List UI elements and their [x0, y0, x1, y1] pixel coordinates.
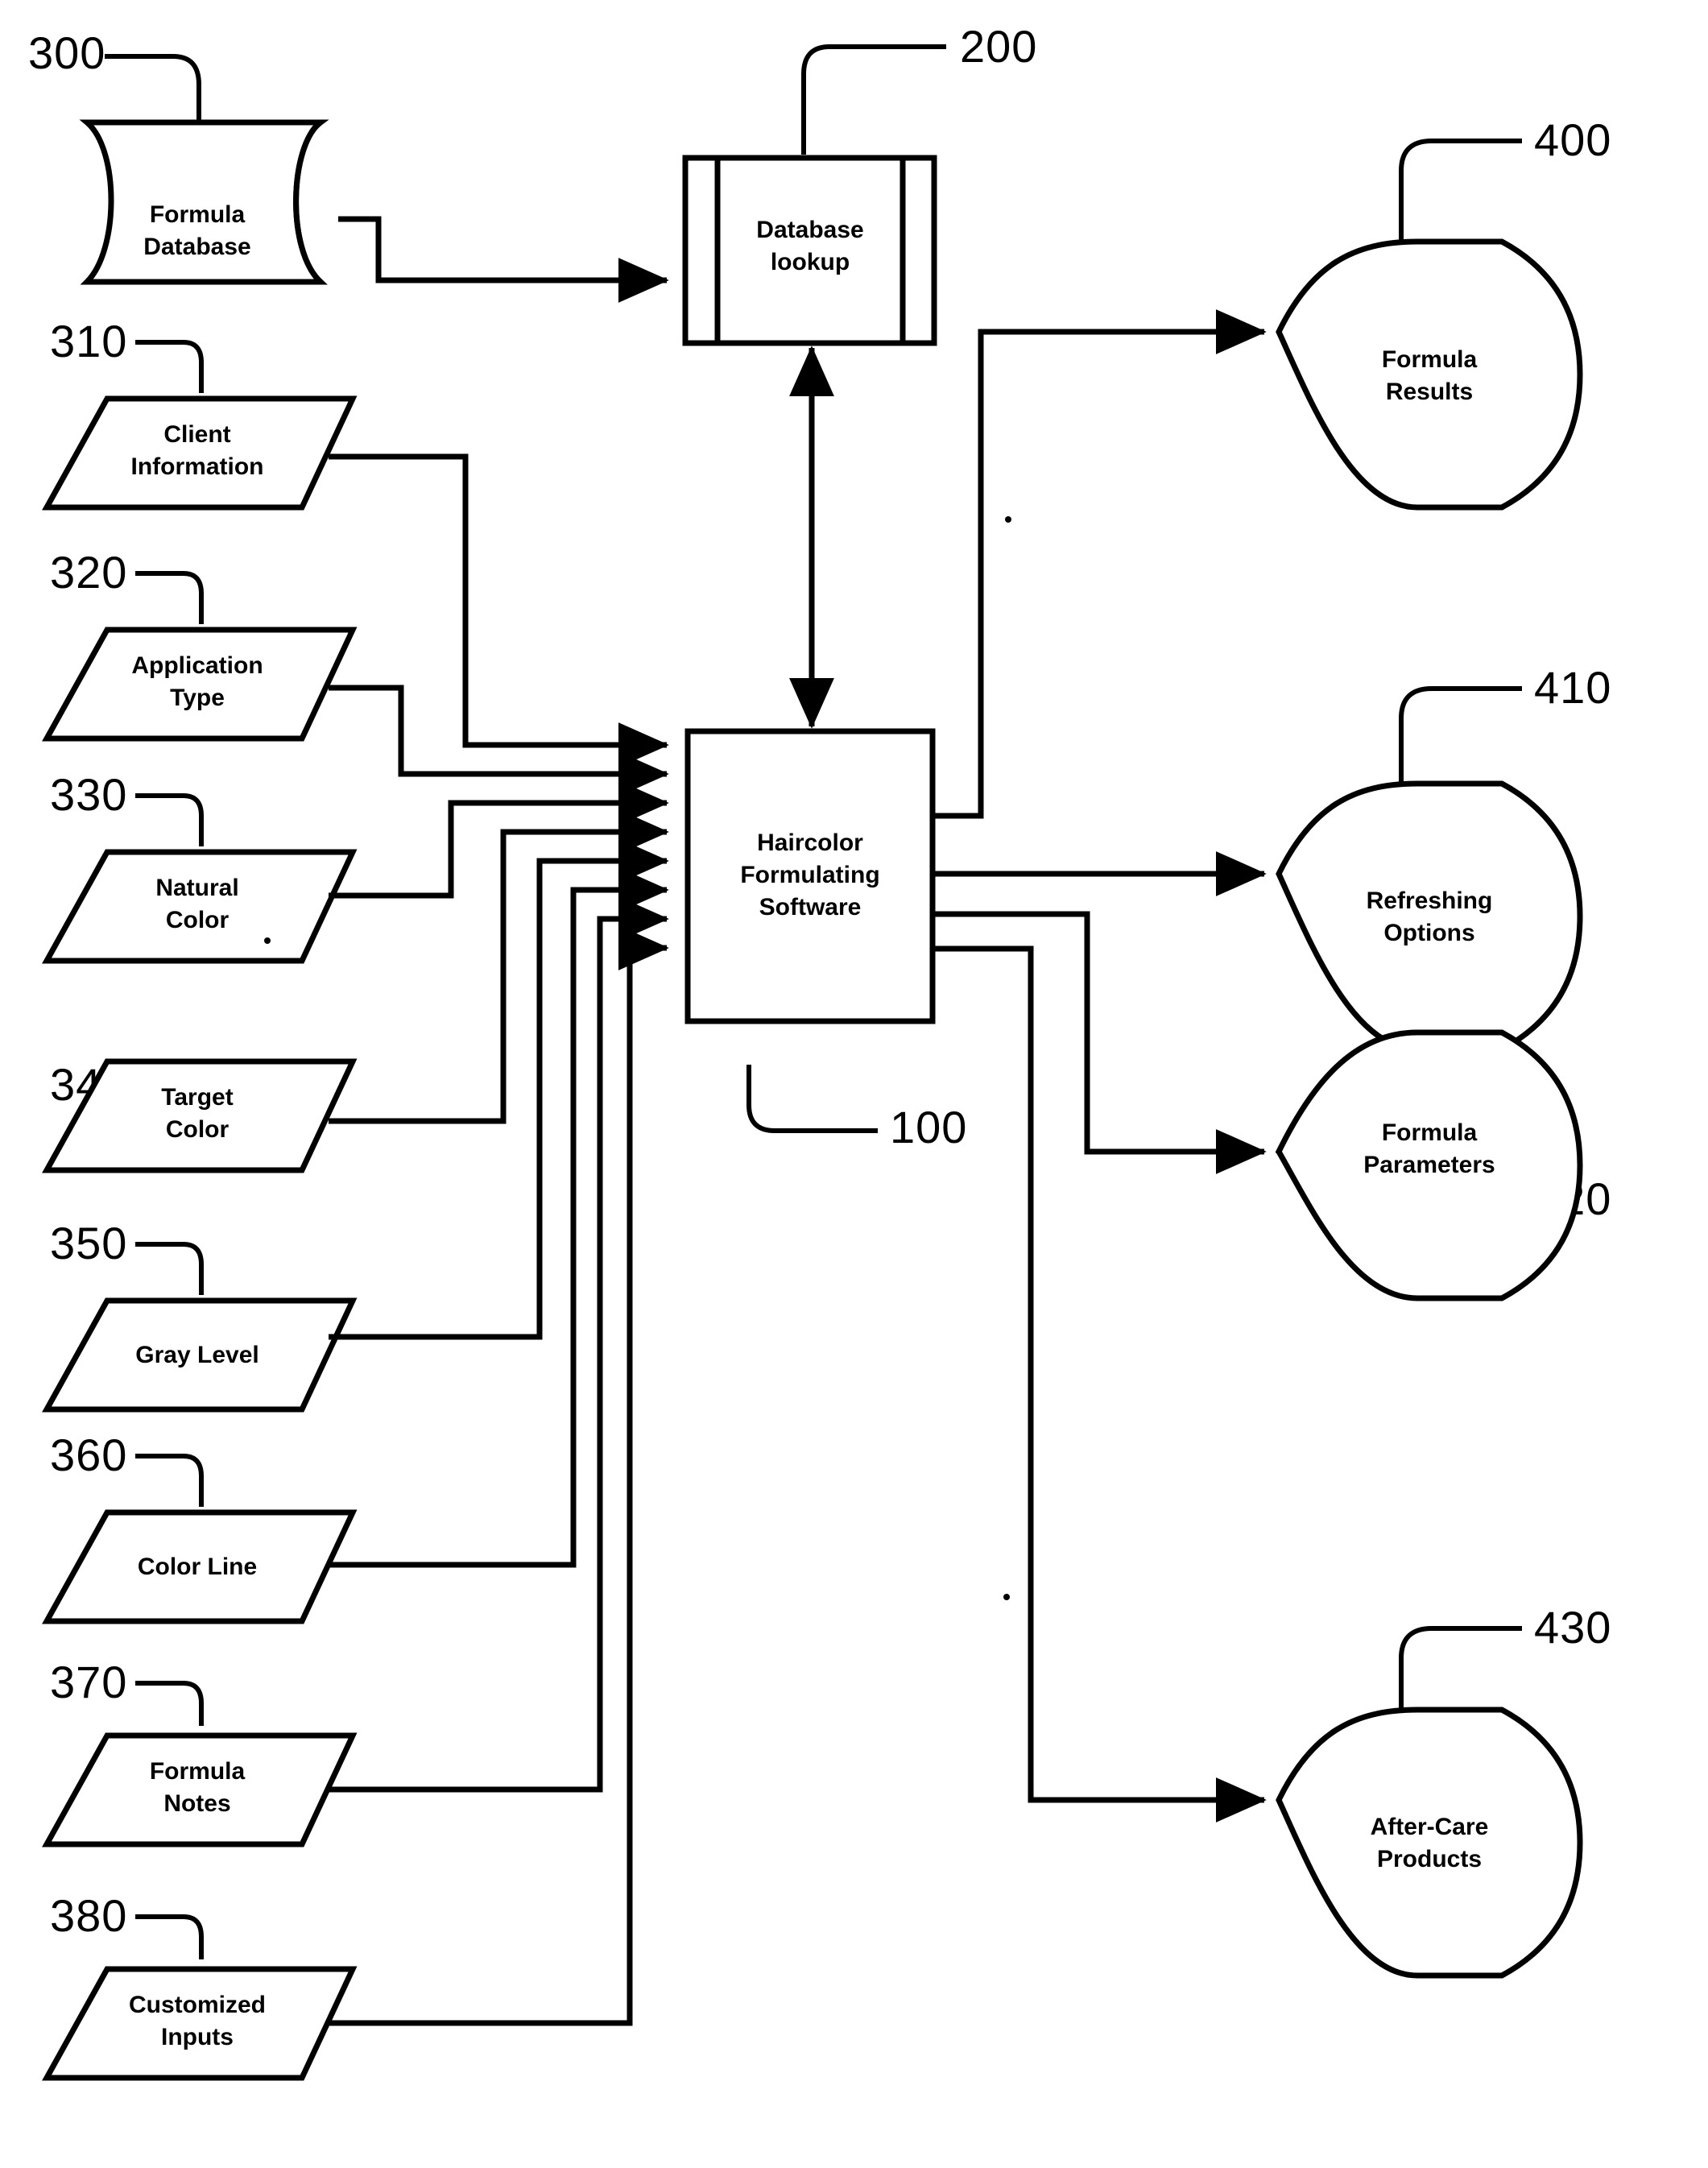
ref-number-310: 310: [50, 316, 127, 366]
leader-line-200: [801, 44, 946, 155]
refreshing-options-label-line1: Refreshing: [1367, 887, 1493, 914]
formula-parameters-label-line1: Formula: [1382, 1119, 1478, 1146]
connector-370-to-software: [329, 896, 669, 1793]
input-node-client-information[interactable]: 310 Client Information: [42, 316, 358, 511]
leader-line-100: [746, 1065, 878, 1133]
ref-number-100: 100: [890, 1102, 967, 1152]
input-node-formula-notes[interactable]: 370 Formula Notes: [42, 1657, 358, 1847]
output-node-refreshing-options[interactable]: 410 Refreshing Options: [1276, 662, 1611, 1053]
ref-number-320: 320: [50, 547, 127, 598]
ref-number-350: 350: [50, 1218, 127, 1268]
formula-results-label-line2: Results: [1386, 379, 1473, 405]
after-care-products-label-line1: After-Care: [1371, 1814, 1489, 1840]
ref-number-360: 360: [50, 1429, 127, 1480]
haircolor-software-label-line1: Haircolor: [757, 830, 863, 856]
after-care-products-label-line2: Products: [1377, 1846, 1482, 1872]
input-node-customized-inputs[interactable]: 380 Customized Inputs: [42, 1890, 358, 2081]
output-node-formula-results[interactable]: 400 Formula Results: [1276, 114, 1611, 511]
connector-software-to-400: [933, 309, 1267, 819]
formula-database-label-line1: Formula: [150, 201, 246, 228]
after-care-products-display-shape[interactable]: [1276, 1707, 1583, 1979]
ref-number-330: 330: [50, 769, 127, 820]
patent-figure-canvas: 300 Formula Database 200 Database lookup…: [0, 0, 1708, 2168]
connector-380-to-software: [329, 925, 669, 2026]
formula-results-label-line1: Formula: [1382, 346, 1478, 373]
target-color-label-line2: Color: [166, 1116, 230, 1143]
natural-color-label-line1: Natural: [155, 875, 238, 901]
connector-350-to-software: [329, 838, 669, 1340]
target-color-label-line1: Target: [161, 1084, 233, 1111]
database-lookup-label-line1: Database: [756, 217, 863, 243]
leader-line-330: [135, 793, 204, 846]
connector-310-to-software: [329, 453, 669, 767]
ref-number-380: 380: [50, 1890, 127, 1941]
scan-speck-upper: [1005, 516, 1011, 523]
node-formula-database[interactable]: 300 Formula Database: [28, 27, 329, 285]
leader-line-400: [1399, 139, 1522, 250]
formula-database-label-line2: Database: [143, 234, 250, 260]
leader-line-410: [1399, 686, 1522, 793]
scan-speck-lower-left: [264, 937, 271, 944]
input-node-natural-color[interactable]: 330 Natural Color: [42, 769, 358, 964]
connector-340-to-software: [329, 809, 669, 1124]
refreshing-options-label-line2: Options: [1383, 920, 1474, 946]
node-haircolor-formulating-software[interactable]: Haircolor Formulating Software 100: [684, 728, 967, 1152]
connector-database-to-lookup: [338, 216, 669, 303]
connector-software-to-430: [933, 945, 1267, 1823]
color-line-label-line1: Color Line: [138, 1554, 257, 1580]
formula-notes-label-line2: Notes: [163, 1790, 230, 1817]
gray-level-label-line1: Gray Level: [135, 1342, 258, 1368]
connector-330-to-software: [329, 780, 669, 899]
application-type-label-line1: Application: [131, 652, 263, 679]
leader-line-310: [135, 340, 204, 393]
output-node-formula-parameters[interactable]: 420 Formula Parameters: [1275, 1029, 1611, 1301]
leader-line-360: [135, 1454, 204, 1507]
customized-inputs-label-line2: Inputs: [161, 2024, 234, 2050]
client-information-label-line1: Client: [163, 421, 230, 448]
node-database-lookup[interactable]: 200 Database lookup: [682, 21, 1037, 346]
ref-number-300: 300: [28, 27, 105, 78]
client-information-label-line2: Information: [131, 453, 264, 480]
ref-number-400: 400: [1534, 114, 1611, 165]
application-type-label-line2: Type: [170, 685, 225, 711]
formula-results-display-shape[interactable]: [1276, 238, 1583, 511]
database-lookup-label-line2: lookup: [771, 249, 850, 275]
leader-line-380: [135, 1914, 204, 1959]
ref-number-370: 370: [50, 1657, 127, 1707]
ref-number-410: 410: [1534, 662, 1611, 713]
input-node-color-line[interactable]: 360 Color Line: [42, 1429, 358, 1624]
flow-diagram-svg: 300 Formula Database 200 Database lookup…: [28, 21, 1611, 2081]
ref-number-200: 200: [960, 21, 1037, 72]
connector-360-to-software: [329, 867, 669, 1568]
input-node-application-type[interactable]: 320 Application Type: [42, 547, 358, 742]
haircolor-software-label-line2: Formulating: [740, 862, 879, 888]
ref-number-430: 430: [1534, 1602, 1611, 1653]
haircolor-software-label-line3: Software: [759, 894, 862, 921]
connector-320-to-software: [329, 685, 669, 796]
scan-speck-mid: [1003, 1594, 1010, 1600]
input-node-gray-level[interactable]: 350 Gray Level: [42, 1218, 358, 1413]
refreshing-options-display-shape[interactable]: [1276, 780, 1583, 1053]
formula-notes-label-line1: Formula: [150, 1758, 246, 1785]
output-node-after-care-products[interactable]: 430 After-Care Products: [1276, 1602, 1611, 1979]
customized-inputs-label-line1: Customized: [129, 1992, 266, 2018]
input-node-target-color[interactable]: 340 Target Color: [42, 1058, 358, 1173]
leader-line-370: [135, 1681, 204, 1726]
leader-line-320: [135, 571, 204, 624]
leader-line-350: [135, 1242, 204, 1295]
formula-parameters-label-line2: Parameters: [1363, 1152, 1495, 1178]
leader-line-300: [105, 54, 201, 121]
natural-color-label-line2: Color: [166, 907, 230, 933]
